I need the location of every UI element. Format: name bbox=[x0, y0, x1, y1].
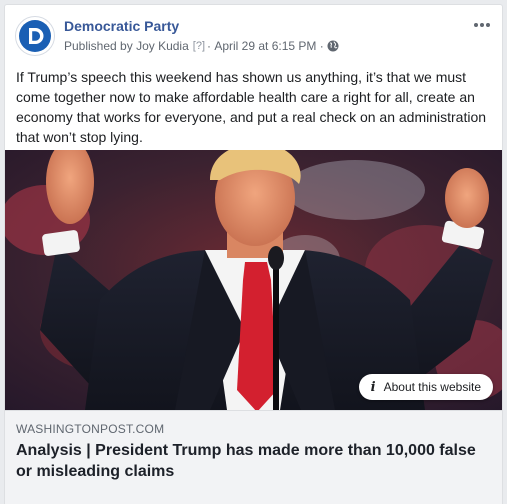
post-text: If Trump’s speech this weekend has shown… bbox=[16, 69, 487, 145]
post-meta: Published by Joy Kudia [?] · April 29 at… bbox=[64, 39, 339, 53]
globe-icon[interactable] bbox=[327, 40, 339, 52]
democrat-logo-icon bbox=[19, 20, 51, 52]
post-header: Democratic Party Published by Joy Kudia … bbox=[15, 16, 492, 60]
page-avatar[interactable] bbox=[15, 16, 55, 56]
meta-separator-2: · bbox=[319, 39, 324, 53]
author-link[interactable]: Joy Kudia bbox=[136, 39, 189, 53]
post-timestamp[interactable]: April 29 at 6:15 PM bbox=[214, 39, 316, 53]
about-this-website-label: About this website bbox=[383, 380, 481, 394]
article-photo-image bbox=[5, 150, 502, 410]
article-photo[interactable]: i About this website bbox=[5, 150, 502, 410]
page-name-link[interactable]: Democratic Party bbox=[64, 18, 179, 34]
link-headline[interactable]: Analysis | President Trump has made more… bbox=[16, 440, 486, 482]
meta-separator: · bbox=[207, 39, 211, 53]
more-options-icon[interactable] bbox=[470, 16, 494, 34]
published-prefix: Published by bbox=[64, 39, 133, 53]
info-icon: i bbox=[370, 379, 376, 395]
help-marker[interactable]: [?] bbox=[193, 40, 205, 52]
link-domain: WASHINGTONPOST.COM bbox=[16, 422, 165, 436]
facebook-post: Democratic Party Published by Joy Kudia … bbox=[4, 4, 503, 504]
about-this-website-button[interactable]: i About this website bbox=[358, 374, 493, 400]
link-preview-caption[interactable]: WASHINGTONPOST.COM Analysis | President … bbox=[5, 410, 502, 504]
